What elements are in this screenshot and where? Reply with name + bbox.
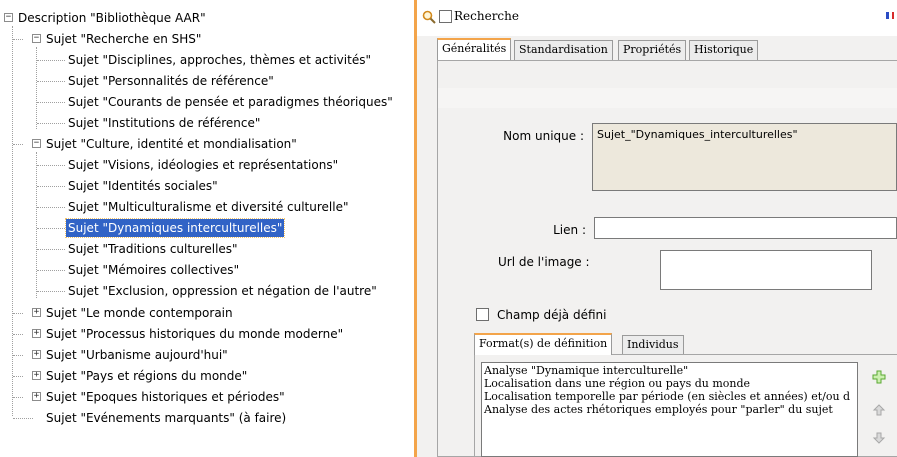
tree-node-label: Sujet "Mémoires collectives" <box>68 263 240 277</box>
tree-connector <box>13 334 23 335</box>
tree-connector <box>37 60 65 61</box>
tree-connector <box>13 418 33 419</box>
nom-unique-label: Nom unique : <box>503 129 584 143</box>
collapse-icon[interactable]: − <box>32 34 41 43</box>
url-image-field[interactable] <box>660 250 872 290</box>
url-image-label: Url de l'image : <box>498 255 590 269</box>
tree-connector <box>37 291 65 292</box>
list-item[interactable]: Analyse "Dynamique interculturelle" <box>484 364 855 377</box>
tab-proprietes[interactable]: Propriétés <box>618 40 687 60</box>
header-band <box>438 88 897 108</box>
tree-connector <box>37 186 65 187</box>
tree-node-label: Sujet "Traditions culturelles" <box>68 242 238 256</box>
tab-standardisation[interactable]: Standardisation <box>514 40 613 60</box>
list-item[interactable]: Analyse des actes rhétoriques employés p… <box>484 403 855 416</box>
tree-connector <box>37 102 65 103</box>
list-item[interactable]: Localisation temporelle par période (en … <box>484 390 855 403</box>
tree-connector <box>13 39 23 40</box>
tree-node-label: Sujet "Identités sociales" <box>68 179 218 193</box>
main-tabs: Généralités Standardisation Propriétés H… <box>437 38 897 60</box>
tree-node-label: Sujet "Evénements marquants" (à faire) <box>46 411 287 425</box>
expand-icon[interactable]: + <box>32 392 41 401</box>
tree-connector <box>37 81 65 82</box>
tree-guide-line <box>12 26 13 416</box>
lien-input[interactable] <box>594 217 897 239</box>
tab-label: Généralités <box>442 42 507 55</box>
tree-node-label: Sujet "Institutions de référence" <box>68 116 261 130</box>
expand-icon[interactable]: + <box>32 371 41 380</box>
tree-node-label: Sujet "Courants de pensée et paradigmes … <box>68 95 393 109</box>
tree-connector <box>13 313 23 314</box>
tree-node-label: Sujet "Disciplines, approches, thèmes et… <box>68 53 371 67</box>
search-label: Recherche <box>454 9 519 23</box>
tree-node-label: Sujet "Le monde contemporain <box>46 306 233 320</box>
expand-icon[interactable]: + <box>32 329 41 338</box>
tab-historique[interactable]: Historique <box>689 40 759 60</box>
tree-connector <box>37 123 65 124</box>
up-arrow-icon[interactable] <box>872 403 886 417</box>
collapse-icon[interactable]: − <box>32 139 41 148</box>
champ-label: Champ déjà défini <box>497 308 607 322</box>
flag-icon[interactable] <box>886 12 894 19</box>
tab-label: Propriétés <box>623 43 682 56</box>
tab-label: Individus <box>627 338 679 351</box>
tab-individus[interactable]: Individus <box>622 335 684 355</box>
tree-connector <box>13 144 23 145</box>
definition-tabs: Format(s) de définition Individus <box>474 333 897 355</box>
tree-node-label: Sujet "Pays et régions du monde" <box>46 369 248 383</box>
tab-generalites[interactable]: Généralités <box>437 38 512 60</box>
tree-node-label: Sujet "Processus historiques du monde mo… <box>46 327 344 341</box>
search-icon[interactable] <box>422 10 436 24</box>
tree-node-label: Sujet "Exclusion, oppression et négation… <box>68 284 377 298</box>
list-item[interactable]: Localisation dans une région ou pays du … <box>484 377 855 390</box>
search-bar: Recherche <box>417 0 897 36</box>
tree-node-label: Sujet "Multiculturalisme et diversité cu… <box>68 200 349 214</box>
tree-node-label: Sujet "Epoques historiques et périodes" <box>46 390 285 404</box>
tree-node-label: Sujet "Recherche en SHS" <box>46 32 202 46</box>
tab-label: Standardisation <box>519 43 608 56</box>
tree-connector <box>37 270 65 271</box>
tree-connector <box>37 249 65 250</box>
tree-guide-line <box>36 152 37 298</box>
tree-connector <box>13 397 23 398</box>
tree-connector <box>37 228 65 229</box>
champ-checkbox[interactable] <box>476 308 489 321</box>
tab-formats-definition[interactable]: Format(s) de définition <box>474 333 613 355</box>
expand-icon[interactable]: + <box>32 308 41 317</box>
tree-connector <box>13 355 23 356</box>
expand-icon[interactable]: + <box>32 350 41 359</box>
nom-unique-value: Sujet_"Dynamiques_interculturelles" <box>597 128 798 141</box>
tree-node-label: Sujet "Culture, identité et mondialisati… <box>46 137 297 151</box>
collapse-icon[interactable]: − <box>4 13 13 22</box>
tree-node-label: Sujet "Personnalités de référence" <box>68 74 274 88</box>
definition-list[interactable]: Analyse "Dynamique interculturelle" Loca… <box>481 362 858 457</box>
tab-label: Historique <box>694 43 754 56</box>
tree-connector <box>37 165 65 166</box>
nom-unique-field[interactable]: Sujet_"Dynamiques_interculturelles" <box>592 123 897 191</box>
tab-label: Format(s) de définition <box>479 337 608 350</box>
tree-node-label: Sujet "Visions, idéologies et représenta… <box>68 158 339 172</box>
tree-node-label: Sujet "Dynamiques interculturelles" <box>64 218 286 238</box>
tree-view[interactable]: − Description "Bibliothèque AAR" − Sujet… <box>0 0 414 457</box>
tree-connector <box>13 376 23 377</box>
search-checkbox[interactable] <box>439 10 452 23</box>
tree-node-label: Description "Bibliothèque AAR" <box>18 11 206 25</box>
tree-connector <box>37 207 65 208</box>
tree-node-label: Sujet "Urbanisme aujourd'hui" <box>46 348 228 362</box>
down-arrow-icon[interactable] <box>872 431 886 445</box>
plus-icon[interactable] <box>872 370 886 384</box>
lien-label: Lien : <box>553 223 586 237</box>
